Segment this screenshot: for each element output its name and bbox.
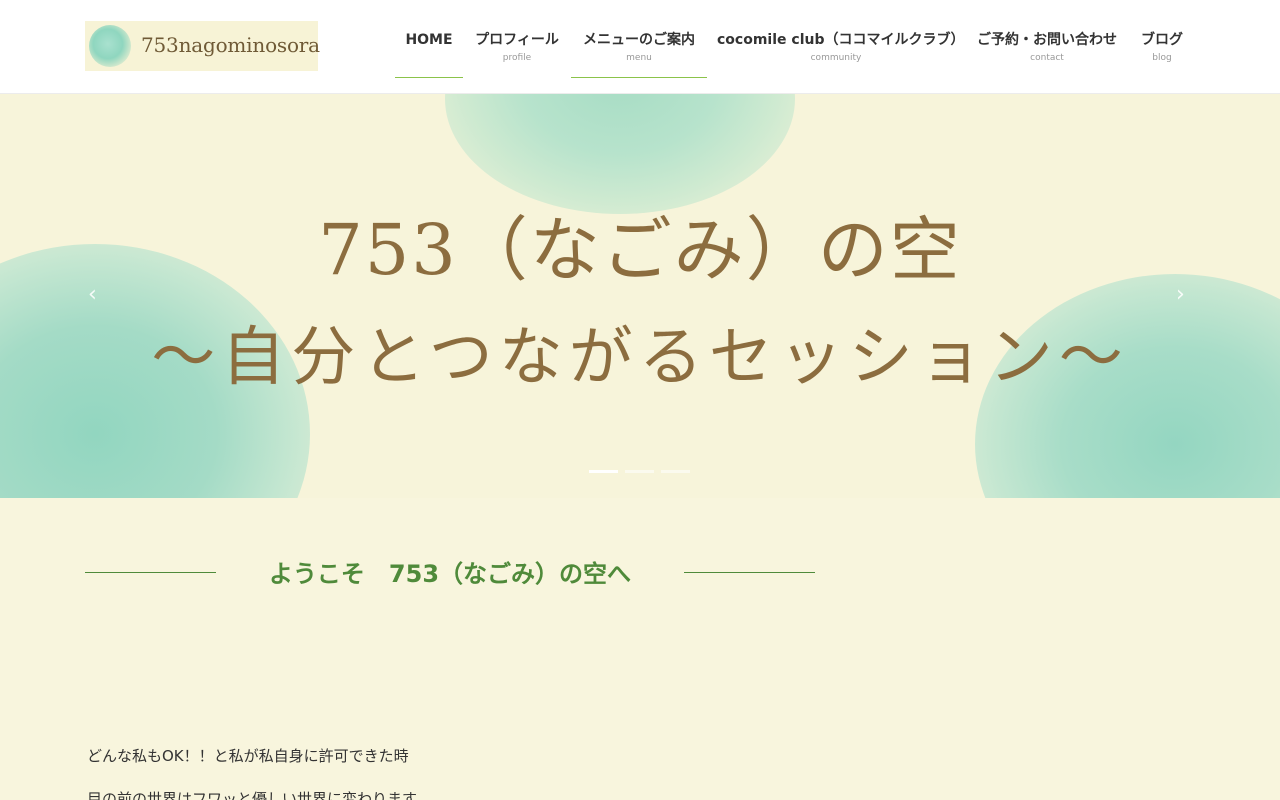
nav-item-home[interactable]: HOME	[395, 30, 463, 94]
nav-label: ご予約・お問い合わせ	[977, 32, 1117, 48]
welcome-paragraph: 目の前の世界はフワッと優しい世界に変わります	[87, 790, 418, 800]
nav-item-blog[interactable]: ブログ blog	[1131, 30, 1193, 94]
nav-sublabel: community	[810, 53, 862, 63]
watercolor-logo-icon	[89, 25, 131, 67]
logo-text: 753nagominosora	[141, 33, 320, 57]
hero-slider: 753（なごみ）の空 ～自分とつながるセッション～ ‹ ›	[0, 94, 1280, 498]
nav-active-underline	[395, 77, 463, 78]
slider-next-arrow-icon[interactable]: ›	[1176, 282, 1185, 307]
nav-sublabel: blog	[1152, 53, 1172, 63]
slider-dot[interactable]	[661, 470, 690, 473]
site-logo[interactable]: 753nagominosora	[85, 21, 320, 71]
hero-subtitle: ～自分とつながるセッション～	[151, 321, 1129, 395]
nav-item-menu[interactable]: メニューのご案内 menu	[571, 30, 707, 94]
slider-dot[interactable]	[589, 470, 618, 473]
site-header: 753nagominosora HOME プロフィール profile メニュー…	[0, 0, 1280, 94]
nav-sublabel: contact	[1030, 53, 1064, 63]
nav-hover-underline	[571, 77, 707, 78]
slider-pagination	[589, 470, 690, 473]
slider-dot[interactable]	[625, 470, 654, 473]
nav-label: ブログ	[1141, 32, 1183, 48]
nav-label: cocomile club（ココマイルクラブ）	[717, 32, 965, 48]
nav-sublabel: profile	[502, 53, 532, 63]
nav-label: プロフィール	[475, 32, 559, 48]
nav-item-contact[interactable]: ご予約・お問い合わせ contact	[975, 30, 1119, 94]
nav-item-community[interactable]: cocomile club（ココマイルクラブ） community	[717, 30, 965, 94]
welcome-heading-block: ようこそ 753（なごみ）の空へ	[85, 552, 815, 592]
hero-title: 753（なごみ）の空	[318, 209, 962, 291]
nav-label: HOME	[405, 32, 453, 48]
welcome-paragraph: どんな私もOK！！と私が私自身に許可できた時	[87, 747, 409, 765]
welcome-heading: ようこそ 753（なごみ）の空へ	[268, 560, 632, 588]
slider-prev-arrow-icon[interactable]: ‹	[88, 282, 97, 307]
nav-sublabel: menu	[626, 53, 652, 63]
nav-item-profile[interactable]: プロフィール profile	[473, 30, 561, 94]
nav-label: メニューのご案内	[583, 32, 695, 48]
